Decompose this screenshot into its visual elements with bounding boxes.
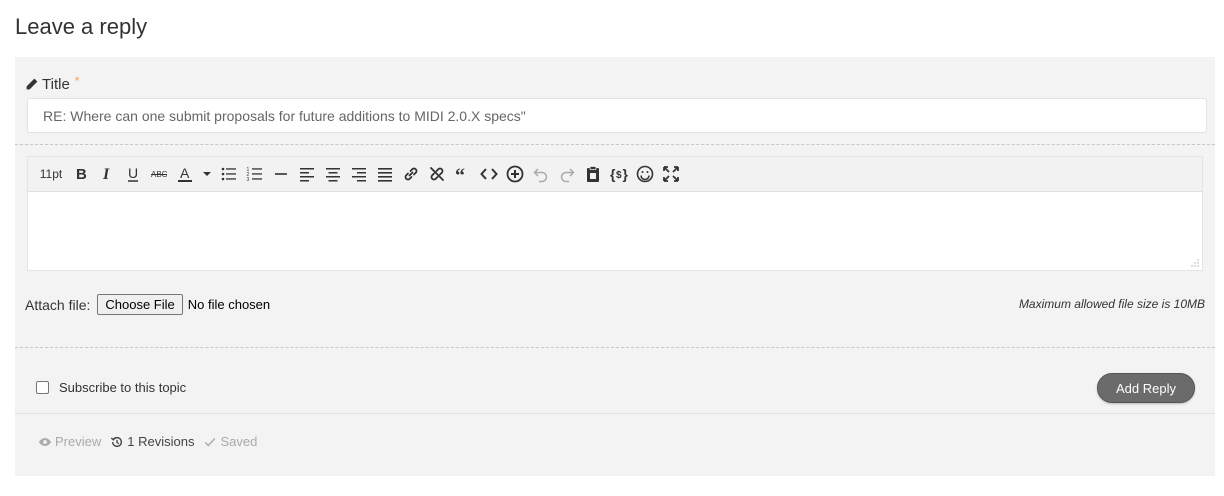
align-right-icon[interactable] (346, 161, 372, 187)
redo-icon[interactable] (554, 161, 580, 187)
svg-text:A: A (180, 165, 190, 181)
page-heading: Leave a reply (15, 14, 148, 39)
undo-icon[interactable] (528, 161, 554, 187)
saved-label: Saved (220, 434, 258, 449)
svg-text:$: $ (616, 170, 622, 181)
emoji-icon[interactable] (632, 161, 658, 187)
divider (15, 413, 1215, 414)
blockquote-icon[interactable]: “ (450, 161, 476, 187)
preview-label: Preview (55, 434, 102, 449)
bold-icon[interactable]: B (68, 161, 94, 187)
svg-text:I: I (102, 166, 110, 183)
attach-file-row: Attach file: Choose File No file chosen (25, 294, 270, 315)
subscribe-label: Subscribe to this topic (59, 380, 187, 395)
svg-text:B: B (76, 166, 87, 183)
fullscreen-icon[interactable] (658, 161, 684, 187)
title-label: Title * (25, 73, 80, 93)
svg-text:U: U (128, 165, 138, 181)
underline-icon[interactable]: U (120, 161, 146, 187)
subscribe-checkbox[interactable] (36, 381, 49, 394)
attach-file-label: Attach file: (25, 296, 91, 313)
choose-file-button[interactable]: Choose File (97, 294, 183, 315)
reply-form: Title * RE: Where can one submit proposal… (15, 57, 1215, 476)
max-file-size-note: Maximum allowed file size is 10MB (1018, 297, 1205, 311)
font-size-select[interactable]: 11pt (34, 161, 68, 187)
align-center-icon[interactable] (320, 161, 346, 187)
title-input-value: RE: Where can one submit proposals for f… (43, 107, 526, 124)
history-icon (111, 436, 123, 447)
align-left-icon[interactable] (294, 161, 320, 187)
svg-text:3: 3 (247, 177, 250, 183)
bullet-list-icon[interactable] (216, 161, 242, 187)
resize-handle-icon[interactable] (1191, 259, 1199, 267)
numbered-list-icon[interactable]: 123 (242, 161, 268, 187)
code-block-icon[interactable]: {$} (606, 161, 632, 187)
form-footer: Preview 1 Revisions Saved (38, 434, 266, 449)
check-icon (205, 437, 216, 447)
preview-link[interactable]: Preview (38, 434, 101, 449)
saved-status: Saved (203, 434, 257, 449)
unlink-icon[interactable] (424, 161, 450, 187)
editor-toolbar: 11pt B I U ABC A 123 “ {$} (28, 157, 1202, 192)
pencil-icon (26, 78, 38, 90)
color-dropdown-icon[interactable] (198, 161, 216, 187)
required-mark: * (74, 73, 80, 88)
title-label-text: Title (42, 76, 70, 93)
paste-icon[interactable] (580, 161, 606, 187)
revisions-label: 1 Revisions (127, 434, 195, 449)
insert-icon[interactable] (502, 161, 528, 187)
rich-text-editor[interactable]: 11pt B I U ABC A 123 “ {$} (27, 156, 1203, 271)
add-reply-button[interactable]: Add Reply (1097, 373, 1195, 403)
eye-icon (38, 437, 52, 446)
text-color-icon[interactable]: A (172, 161, 198, 187)
divider (15, 347, 1215, 348)
svg-text:}: } (623, 166, 629, 182)
title-input[interactable]: RE: Where can one submit proposals for f… (27, 98, 1207, 133)
code-icon[interactable] (476, 161, 502, 187)
subscribe-row: Subscribe to this topic (36, 380, 186, 395)
horizontal-rule-icon[interactable] (268, 161, 294, 187)
link-icon[interactable] (398, 161, 424, 187)
strikethrough-icon[interactable]: ABC (146, 161, 172, 187)
italic-icon[interactable]: I (94, 161, 120, 187)
revisions-link[interactable]: 1 Revisions (110, 434, 194, 449)
divider (15, 144, 1215, 145)
file-status: No file chosen (187, 297, 271, 312)
justify-icon[interactable] (372, 161, 398, 187)
svg-text:“: “ (455, 165, 465, 183)
